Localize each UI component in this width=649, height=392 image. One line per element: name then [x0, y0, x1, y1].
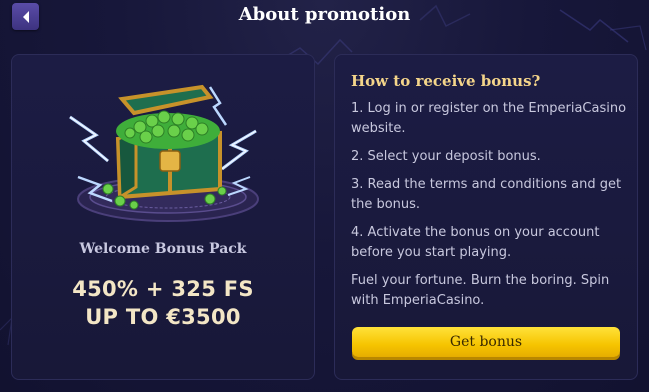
step-1: 1. Log in or register on the EmperiaCasi…	[351, 101, 627, 136]
instructions-card: How to receive bonus? 1. Log in or regis…	[334, 54, 638, 380]
treasure-chest-icon	[69, 84, 259, 222]
page-title: About promotion	[238, 4, 411, 25]
offer-amount: 450% + 325 FS	[72, 277, 254, 301]
offer-cap: UP TO €3500	[85, 305, 241, 329]
get-bonus-button[interactable]: Get bonus	[352, 327, 620, 357]
promo-card: Welcome Bonus Pack 450% + 325 FS UP TO €…	[11, 54, 315, 380]
step-4: 4. Activate the bonus on your account be…	[351, 225, 600, 260]
step-3: 3. Read the terms and conditions and get…	[351, 177, 622, 212]
step-2: 2. Select your deposit bonus.	[351, 149, 541, 164]
instructions-title: How to receive bonus?	[351, 72, 541, 90]
tagline: Fuel your fortune. Burn the boring. Spin…	[351, 273, 610, 308]
bonus-pack-title: Welcome Bonus Pack	[79, 241, 247, 257]
